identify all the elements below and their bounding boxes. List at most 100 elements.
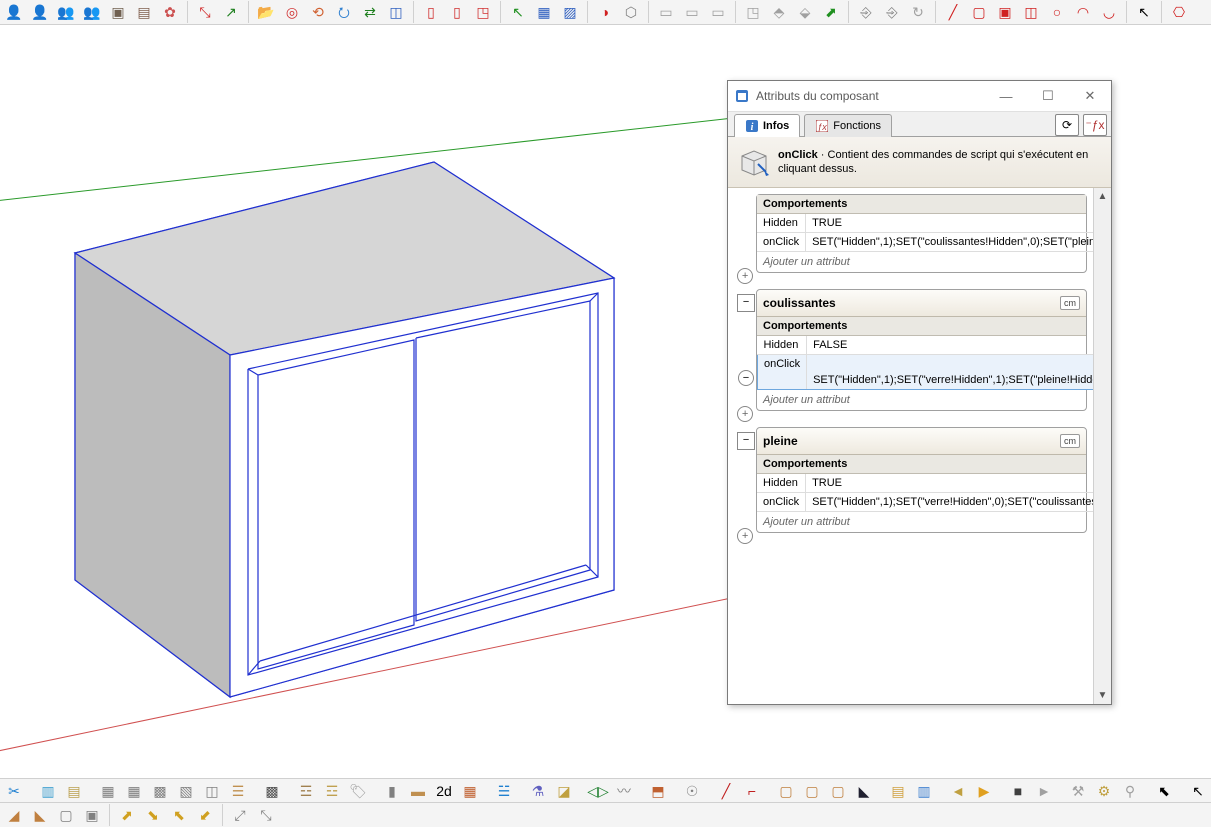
attr-name-cell[interactable]: onClick <box>757 493 806 512</box>
iso3-icon[interactable]: ⬙ <box>793 0 817 24</box>
circle-icon[interactable]: ○ <box>1045 0 1069 24</box>
unit-chip[interactable]: cm <box>1060 296 1080 310</box>
sweep-icon[interactable]: ⟲ <box>306 0 330 24</box>
add-attr-button[interactable]: + <box>737 268 753 284</box>
b2-2[interactable]: ◣ <box>28 803 52 827</box>
attr-value-cell[interactable]: TRUE <box>806 474 1093 493</box>
face3-icon[interactable]: ◳ <box>471 0 495 24</box>
b2-4[interactable]: ▣ <box>80 803 104 827</box>
rect2-icon[interactable]: ▭ <box>680 0 704 24</box>
b2-8[interactable]: ⬋ <box>193 803 217 827</box>
flask-icon[interactable]: ⚗ <box>526 779 550 803</box>
box-icon[interactable]: ▤ <box>132 0 156 24</box>
fwd-icon[interactable]: ► <box>1032 779 1056 803</box>
face1-icon[interactable]: ▯ <box>419 0 443 24</box>
attr-name-cell[interactable]: onClick− <box>758 355 807 390</box>
stack2-icon[interactable]: ☲ <box>320 779 344 803</box>
iso2-icon[interactable]: ⬘ <box>767 0 791 24</box>
maximize-button[interactable]: ☐ <box>1027 81 1069 111</box>
panel-scrollbar[interactable]: ▲ ▼ <box>1093 188 1111 704</box>
loop-icon[interactable]: ⭮ <box>332 0 356 24</box>
close-button[interactable]: ✕ <box>1069 81 1111 111</box>
add-attribute-link[interactable]: Ajouter un attribut+ <box>757 252 1086 272</box>
person-icon[interactable]: 👤 <box>2 0 26 24</box>
grid3-icon[interactable]: ▩ <box>148 779 172 803</box>
remove-attr-button[interactable]: − <box>738 370 754 386</box>
orbit-icon[interactable]: ☉ <box>680 779 704 803</box>
b2-6[interactable]: ⬊ <box>141 803 165 827</box>
sq3-icon[interactable]: ▢ <box>826 779 850 803</box>
attribute-row[interactable]: HiddenFALSE <box>758 336 1094 355</box>
attribute-row[interactable]: onClickSET("Hidden",1);SET("coulissantes… <box>757 233 1093 252</box>
tab-infos[interactable]: i Infos <box>734 114 800 137</box>
tab-fonctions[interactable]: ƒx Fonctions <box>804 114 892 137</box>
select-icon[interactable]: ↖ <box>506 0 530 24</box>
attr-value-cell[interactable]: TRUE <box>806 214 1093 233</box>
half-icon[interactable]: ◑ <box>593 0 617 24</box>
b2-7[interactable]: ⬉ <box>167 803 191 827</box>
attribute-row[interactable]: HiddenTRUE <box>757 474 1093 493</box>
door-r-icon[interactable]: ⎆ <box>880 0 904 24</box>
b2-5[interactable]: ⬈ <box>115 803 139 827</box>
corner-icon[interactable]: ⌐ <box>740 779 764 803</box>
attributes-scroll-area[interactable]: ComportementsHiddenTRUEonClickSET("Hidde… <box>728 188 1093 704</box>
tray2-icon[interactable]: ▤ <box>62 779 86 803</box>
attr-name-cell[interactable]: Hidden <box>757 474 806 493</box>
shape-icon[interactable]: ◪ <box>552 779 576 803</box>
select2-icon[interactable]: ▦ <box>458 779 482 803</box>
attr-value-cell[interactable]: SET("Hidden",1);SET("coulissantes!Hidden… <box>806 233 1093 252</box>
attr-name-cell[interactable]: Hidden <box>758 336 807 355</box>
add-attr-button[interactable]: + <box>737 406 753 422</box>
minimize-button[interactable]: — <box>985 81 1027 111</box>
attribute-row[interactable]: onClick−✎SET("Hidden",1);SET("verre!Hidd… <box>758 355 1094 390</box>
arc2-icon[interactable]: ◡ <box>1097 0 1121 24</box>
group-header[interactable]: pleinecm <box>757 428 1086 455</box>
sq1-icon[interactable]: ▢ <box>774 779 798 803</box>
panel-titlebar[interactable]: Attributs du composant — ☐ ✕ <box>728 81 1111 112</box>
tray-icon[interactable]: ▥ <box>36 779 60 803</box>
sq2-icon[interactable]: ▢ <box>800 779 824 803</box>
ptr3-icon[interactable]: ↖ <box>1186 779 1210 803</box>
attribute-row[interactable]: onClickSET("Hidden",1);SET("verre!Hidden… <box>757 493 1093 512</box>
mirror-icon[interactable]: ◁▷ <box>586 779 610 803</box>
cube-icon[interactable]: ◫ <box>384 0 408 24</box>
add-attr-button[interactable]: + <box>737 528 753 544</box>
attr-value-cell[interactable]: SET("Hidden",1);SET("verre!Hidden",0);SE… <box>806 493 1093 512</box>
box2-icon[interactable]: ▦ <box>532 0 556 24</box>
target-icon[interactable]: ◎ <box>280 0 304 24</box>
scroll-down-icon[interactable]: ▼ <box>1094 687 1111 704</box>
swap-icon[interactable]: ⇄ <box>358 0 382 24</box>
layers-icon[interactable]: ▣ <box>106 0 130 24</box>
door-l-icon[interactable]: ⎆ <box>854 0 878 24</box>
group-icon[interactable]: 👥 <box>54 0 78 24</box>
cursor-g-icon[interactable]: ⬈ <box>819 0 843 24</box>
toggle-fx-button[interactable]: ⁻ƒx <box>1083 114 1107 136</box>
b2-10[interactable]: ⤡ <box>254 803 278 827</box>
iso1-icon[interactable]: ◳ <box>741 0 765 24</box>
rect3-icon[interactable]: ▭ <box>706 0 730 24</box>
b2-9[interactable]: ⤢ <box>228 803 252 827</box>
2d-label[interactable]: 2d <box>432 779 456 803</box>
line-icon[interactable]: ╱ <box>941 0 965 24</box>
b2-3[interactable]: ▢ <box>54 803 78 827</box>
tag-icon[interactable]: 🏷 <box>346 779 370 803</box>
boxup-icon[interactable]: ⬒ <box>646 779 670 803</box>
hex-icon[interactable]: ⬡ <box>619 0 643 24</box>
note2-icon[interactable]: ▥ <box>912 779 936 803</box>
grid2-icon[interactable]: ▦ <box>122 779 146 803</box>
align-icon[interactable]: ☱ <box>492 779 516 803</box>
attr-name-cell[interactable]: onClick <box>757 233 806 252</box>
play-icon[interactable]: ▶ <box>972 779 996 803</box>
tool2-icon[interactable]: ⚙ <box>1092 779 1116 803</box>
scroll-up-icon[interactable]: ▲ <box>1094 188 1111 205</box>
hbar-icon[interactable]: ▬ <box>406 779 430 803</box>
square-icon[interactable]: ▢ <box>967 0 991 24</box>
back-icon[interactable]: ◄ <box>946 779 970 803</box>
grid5-icon[interactable]: ◫ <box>200 779 224 803</box>
open-icon[interactable]: 📂 <box>254 0 278 24</box>
checker-icon[interactable]: ▩ <box>260 779 284 803</box>
group-header[interactable]: coulissantescm <box>757 290 1086 317</box>
misc-icon[interactable]: ⎔ <box>1167 0 1191 24</box>
grid1-icon[interactable]: ▦ <box>96 779 120 803</box>
axis-xyz-icon[interactable]: ⤡ <box>193 0 217 24</box>
